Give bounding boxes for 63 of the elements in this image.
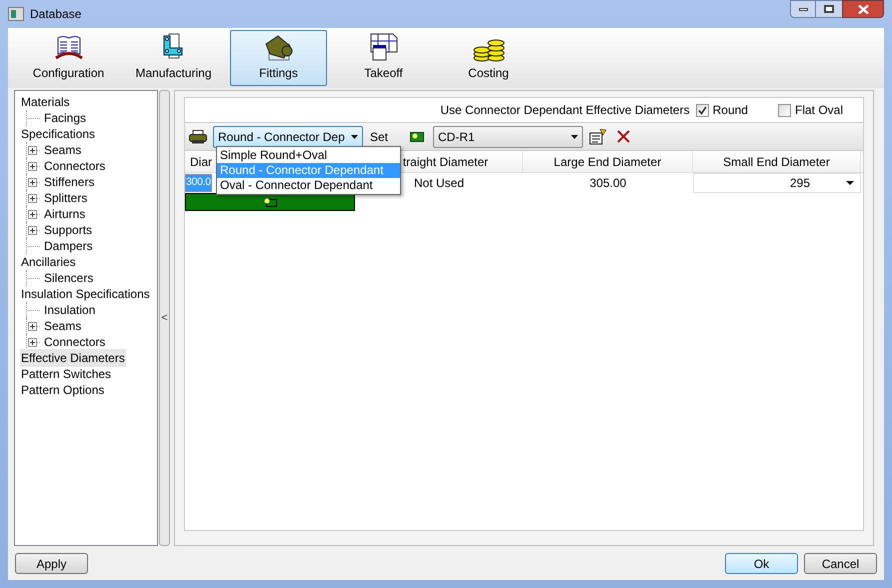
apply-button[interactable]: Apply: [15, 553, 88, 574]
column-header[interactable]: Large End Diameter: [523, 151, 693, 172]
set-label: Set: [370, 128, 388, 146]
tree-item[interactable]: Dampers: [43, 237, 94, 255]
properties-icon[interactable]: [589, 128, 608, 144]
column-header[interactable]: Small End Diameter: [693, 151, 861, 172]
set-dropdown[interactable]: CD-R1: [433, 126, 584, 148]
check-icon: [698, 106, 707, 114]
tree-item[interactable]: Connectors: [43, 333, 106, 351]
tree-item[interactable]: Specifications: [20, 125, 96, 143]
toolbar-tab[interactable]: Configuration: [20, 30, 117, 86]
checkbox[interactable]: Round: [696, 101, 748, 119]
caret-icon: [846, 181, 854, 185]
expand-icon[interactable]: [28, 194, 37, 202]
tree-item[interactable]: Seams: [43, 317, 82, 335]
expand-icon[interactable]: [28, 226, 37, 234]
tree-item[interactable]: Ancillaries: [20, 253, 77, 271]
table-cell-text: 305.00: [588, 175, 628, 192]
ok-button[interactable]: Ok: [725, 553, 798, 574]
expand-icon[interactable]: [28, 338, 37, 346]
close-icon: [858, 4, 868, 14]
checkbox[interactable]: Flat Oval: [778, 101, 843, 119]
tree-item[interactable]: Connectors: [43, 157, 106, 175]
app-icon: [8, 7, 24, 21]
toolbar-tab[interactable]: Manufacturing: [125, 30, 222, 86]
expand-icon[interactable]: [28, 322, 37, 330]
expand-icon[interactable]: [28, 210, 37, 218]
collapse-arrow[interactable]: <: [161, 310, 168, 326]
dropdown-option[interactable]: Oval - Connector Dependant: [217, 178, 400, 193]
toolbar-tab[interactable]: Costing: [440, 30, 537, 86]
spreadsheet-icon: [368, 32, 398, 62]
minimize-button[interactable]: [790, 0, 816, 18]
tree-item[interactable]: Facings: [43, 109, 88, 127]
tree-item[interactable]: Supports: [43, 221, 94, 239]
window-title: Database: [30, 6, 82, 23]
cancel-button[interactable]: Cancel: [804, 553, 877, 574]
close-button[interactable]: [842, 0, 884, 18]
printer-icon[interactable]: [189, 130, 207, 144]
tree-item[interactable]: Materials: [20, 93, 71, 111]
tree-item[interactable]: Stiffeners: [43, 173, 96, 191]
caret-icon: [351, 134, 358, 138]
tree-item[interactable]: Insulation Specifications: [20, 285, 151, 303]
tree-item[interactable]: Airturns: [43, 205, 86, 223]
expand-icon[interactable]: [28, 178, 37, 186]
cell-dropdown[interactable]: 295: [693, 173, 861, 193]
caret-icon: [571, 134, 578, 138]
toolbar-tab[interactable]: Fittings: [230, 30, 327, 86]
expand-icon[interactable]: [28, 146, 37, 154]
toolbar-tab[interactable]: Takeoff: [335, 30, 432, 86]
delete-icon[interactable]: [617, 130, 630, 143]
fitting-icon: [264, 34, 294, 62]
splitter-bar[interactable]: <: [159, 90, 170, 546]
tree-item[interactable]: Pattern Options: [20, 381, 106, 399]
tree-item[interactable]: Insulation: [43, 301, 96, 319]
tree-item[interactable]: Seams: [43, 141, 82, 159]
tree-item[interactable]: Effective Diameters: [20, 349, 126, 367]
tree-item[interactable]: Pattern Switches: [20, 365, 112, 383]
type-dropdown[interactable]: Round - Connector Dep: [213, 126, 363, 148]
expand-icon[interactable]: [28, 162, 37, 170]
tree-item[interactable]: Splitters: [43, 189, 88, 207]
tree-item[interactable]: Silencers: [43, 269, 94, 287]
maximize-button[interactable]: [816, 0, 842, 18]
option-label: Use Connector Dependant Effective Diameters: [440, 102, 690, 119]
